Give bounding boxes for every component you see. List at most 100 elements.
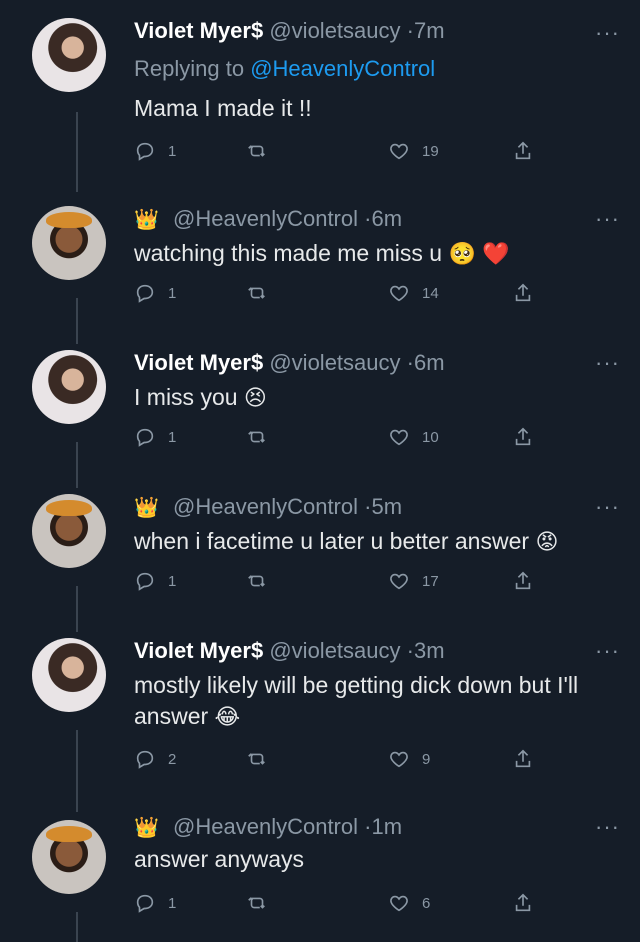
share-button[interactable] xyxy=(512,748,534,770)
retweet-button[interactable] xyxy=(246,426,268,448)
reply-button[interactable]: 1 xyxy=(134,570,176,592)
more-options-icon[interactable]: ··· xyxy=(595,208,620,230)
tweet-text: answer anyways xyxy=(134,844,624,875)
tweet[interactable]: Violet Myer$ @violetsaucy ·6m ··· I miss… xyxy=(0,336,640,488)
tweet-actions: 1 14 xyxy=(134,282,554,310)
tweet-actions: 1 10 xyxy=(134,426,554,454)
retweet-button[interactable] xyxy=(246,140,268,162)
reply-button[interactable]: 1 xyxy=(134,282,176,304)
replying-mention[interactable]: @HeavenlyControl xyxy=(250,56,435,81)
tweet-header: 👑 @HeavenlyControl ·1m xyxy=(134,814,402,841)
reply-button[interactable]: 1 xyxy=(134,140,176,162)
display-name[interactable]: Violet Myer$ xyxy=(134,18,263,43)
timestamp[interactable]: 1m xyxy=(371,814,402,839)
tweet-header: 👑 @HeavenlyControl ·6m xyxy=(134,206,402,233)
more-options-icon[interactable]: ··· xyxy=(595,496,620,518)
display-name[interactable]: Violet Myer$ xyxy=(134,638,263,663)
heart-icon xyxy=(390,895,408,912)
more-options-icon[interactable]: ··· xyxy=(595,22,620,44)
thread-line xyxy=(76,730,78,812)
heart-icon xyxy=(390,429,408,446)
tweet[interactable]: Violet Myer$ @violetsaucy ·7m ··· Replyi… xyxy=(0,0,640,192)
separator: · xyxy=(406,18,414,43)
like-count: 19 xyxy=(422,142,439,160)
tweet-text-content: watching this made me miss u xyxy=(134,240,443,266)
avatar[interactable] xyxy=(32,350,106,424)
like-button[interactable]: 17 xyxy=(388,570,439,592)
share-button[interactable] xyxy=(512,426,534,448)
share-button[interactable] xyxy=(512,282,534,304)
tweet-text: when i facetime u later u better answer … xyxy=(134,526,624,557)
reply-button[interactable]: 1 xyxy=(134,426,176,448)
tweet-text-content: Mama I made it !! xyxy=(134,95,312,121)
tweet-actions: 1 6 xyxy=(134,892,554,920)
retweet-button[interactable] xyxy=(246,748,268,770)
handle[interactable]: @violetsaucy xyxy=(269,350,400,375)
more-options-icon[interactable]: ··· xyxy=(595,352,620,374)
timestamp[interactable]: 3m xyxy=(414,638,445,663)
handle[interactable]: @HeavenlyControl xyxy=(173,814,358,839)
like-button[interactable]: 19 xyxy=(388,140,439,162)
reply-icon xyxy=(136,572,154,591)
avatar[interactable] xyxy=(32,494,106,568)
tweet-text-content: when i facetime u later u better answer xyxy=(134,528,530,554)
heart-icon xyxy=(390,573,408,590)
handle[interactable]: @HeavenlyControl xyxy=(173,206,358,231)
timestamp[interactable]: 5m xyxy=(371,494,402,519)
separator: · xyxy=(406,350,414,375)
like-button[interactable]: 6 xyxy=(388,892,430,914)
like-count: 14 xyxy=(422,284,439,302)
handle[interactable]: @HeavenlyControl xyxy=(173,494,358,519)
tweet-header: Violet Myer$ @violetsaucy ·3m xyxy=(134,638,445,664)
handle[interactable]: @violetsaucy xyxy=(269,638,400,663)
reply-count: 1 xyxy=(168,428,177,446)
tweet-text-content: mostly likely will be getting dick down … xyxy=(134,672,579,729)
more-options-icon[interactable]: ··· xyxy=(595,816,620,838)
crown-icon: 👑 xyxy=(134,817,159,839)
timestamp[interactable]: 6m xyxy=(371,206,402,231)
like-count: 10 xyxy=(422,428,439,446)
tweet[interactable]: 👑 @HeavenlyControl ·5m ··· when i faceti… xyxy=(0,480,640,632)
avatar[interactable] xyxy=(32,18,106,92)
tweet[interactable]: Violet Myer$ @violetsaucy ·3m ··· mostly… xyxy=(0,624,640,812)
like-count: 6 xyxy=(422,894,431,912)
emoji-pleading-heart: 🥺 ❤️ xyxy=(448,241,510,266)
retweet-icon xyxy=(248,431,265,443)
reply-icon xyxy=(136,428,154,447)
thread-line xyxy=(76,112,78,192)
avatar[interactable] xyxy=(32,638,106,712)
share-button[interactable] xyxy=(512,892,534,914)
reply-button[interactable]: 1 xyxy=(134,892,176,914)
tweet-header: Violet Myer$ @violetsaucy ·7m xyxy=(134,18,445,44)
retweet-button[interactable] xyxy=(246,892,268,914)
handle[interactable]: @violetsaucy xyxy=(269,18,400,43)
tweet-header: 👑 @HeavenlyControl ·5m xyxy=(134,494,402,521)
tweet-text: watching this made me miss u 🥺 ❤️ xyxy=(134,238,624,269)
share-icon xyxy=(515,427,531,446)
retweet-icon xyxy=(248,897,265,909)
share-button[interactable] xyxy=(512,140,534,162)
replying-to: Replying to @HeavenlyControl xyxy=(134,56,435,82)
retweet-icon xyxy=(248,287,265,299)
replying-prefix: Replying to xyxy=(134,56,251,81)
reply-icon xyxy=(136,142,154,161)
timestamp[interactable]: 7m xyxy=(414,18,445,43)
tweet-text-content: answer anyways xyxy=(134,846,305,872)
like-button[interactable]: 10 xyxy=(388,426,439,448)
display-name[interactable]: Violet Myer$ xyxy=(134,350,263,375)
avatar[interactable] xyxy=(32,206,106,280)
like-button[interactable]: 14 xyxy=(388,282,439,304)
retweet-button[interactable] xyxy=(246,282,268,304)
reply-button[interactable]: 2 xyxy=(134,748,176,770)
retweet-icon xyxy=(248,575,265,587)
like-button[interactable]: 9 xyxy=(388,748,430,770)
share-button[interactable] xyxy=(512,570,534,592)
tweet-text: I miss you 😣 xyxy=(134,382,624,413)
retweet-button[interactable] xyxy=(246,570,268,592)
timestamp[interactable]: 6m xyxy=(414,350,445,375)
tweet[interactable]: 👑 @HeavenlyControl ·6m ··· watching this… xyxy=(0,192,640,344)
more-options-icon[interactable]: ··· xyxy=(595,640,620,662)
reply-count: 2 xyxy=(168,750,177,768)
tweet[interactable]: 👑 @HeavenlyControl ·1m ··· answer anyway… xyxy=(0,806,640,942)
avatar[interactable] xyxy=(32,820,106,894)
